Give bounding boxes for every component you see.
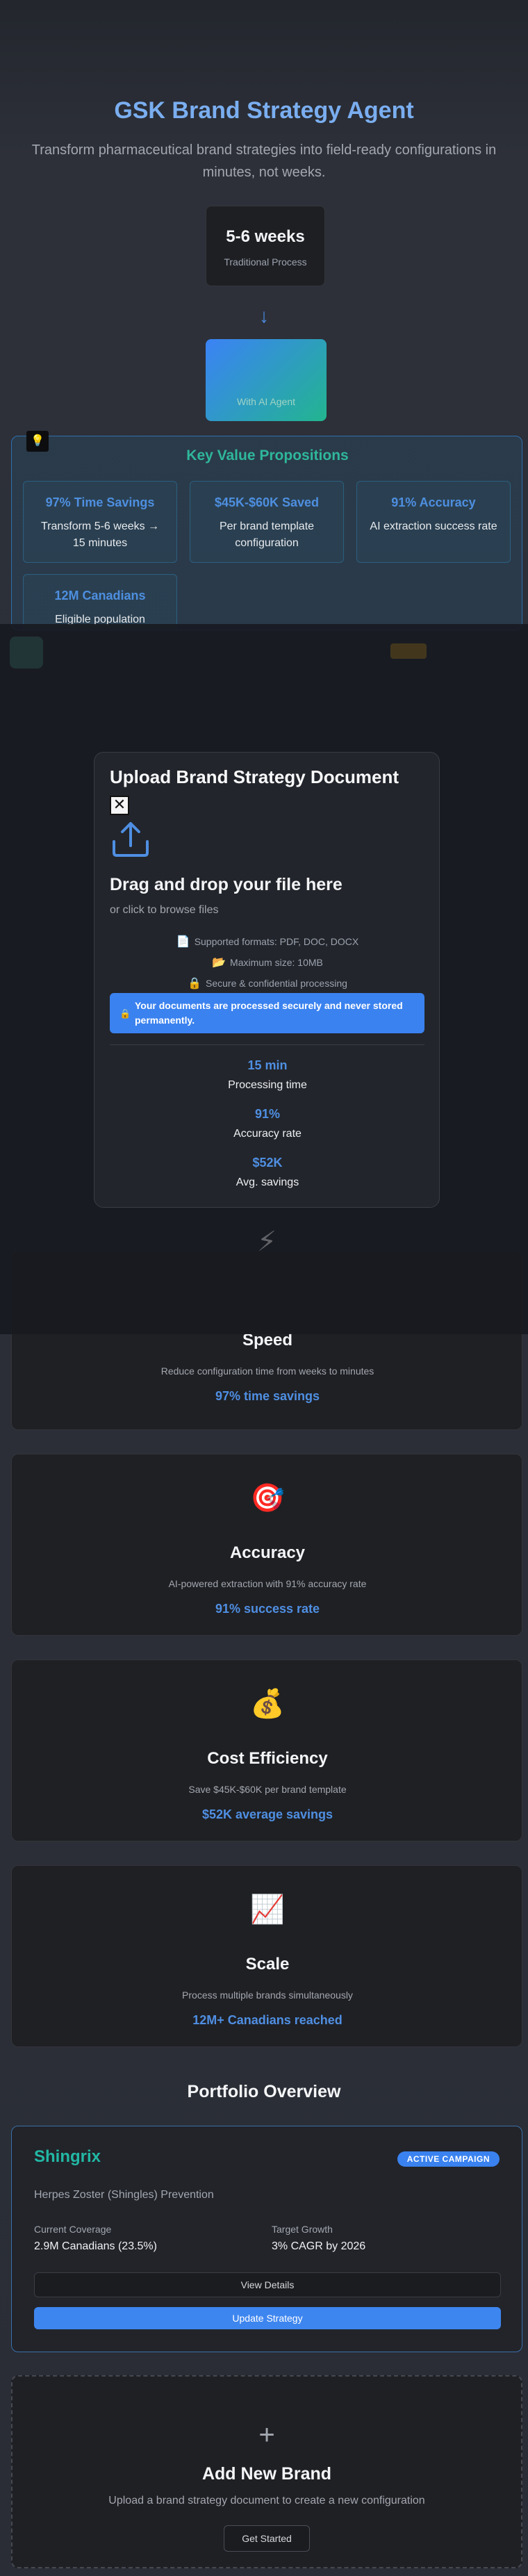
security-info: 🔒 Secure & confidential processing [94,976,440,990]
formats-text: Supported formats: PDF, DOC, DOCX [194,936,359,947]
stat-value: $52K [252,1156,283,1170]
value-prop-card: 12M Canadians Eligible population [23,574,177,630]
stat-label: Avg. savings [236,1176,299,1188]
value-prop-card: $45K-$60K Saved Per brand template confi… [190,481,344,563]
feature-highlight: 12M+ Canadians reached [192,2013,343,2027]
status-badge: ACTIVE CAMPAIGN [397,2151,500,2167]
add-brand-title: Add New Brand [201,2464,332,2484]
add-brand-desc: Upload a brand strategy document to crea… [108,2495,425,2507]
brand-card-shingrix[interactable]: Shingrix ACTIVE CAMPAIGN Herpes Zoster (… [11,2126,522,2352]
feature-desc: Process multiple brands simultaneously [182,1990,353,2001]
money-bag-icon: 💰 [250,1689,285,1719]
value-prop-desc: Per brand template configuration [219,520,315,549]
lock-icon: 🔒 [188,978,201,990]
logo-icon [10,637,43,668]
upload-modal: Upload Brand Strategy Document ✕ Drag an… [94,752,440,1208]
ai-agent-label: With AI Agent [236,396,296,407]
feature-highlight: 91% success rate [215,1602,320,1616]
traditional-duration: 5-6 weeks [226,227,305,246]
traditional-label: Traditional Process [224,256,307,268]
divider [110,1044,424,1045]
feature-title: Scale [245,1955,290,1974]
arrow-down-icon: ↓ [259,305,269,327]
brand-name: Shingrix [34,2147,101,2166]
lightbulb-icon: 💡 [26,431,49,452]
close-button[interactable]: ✕ [110,796,129,815]
lightning-icon: ⚡ [256,1227,277,1257]
portfolio-title: Portfolio Overview [187,2082,341,2101]
feature-highlight: 97% time savings [215,1389,320,1403]
value-propositions-panel: Key Value Propositions 97% Time Savings … [11,436,522,630]
stat-value: 15 min [247,1058,288,1072]
lock-icon: 🔒 [119,1008,131,1019]
feature-highlight: $52K average savings [201,1807,333,1821]
coverage-value: 2.9M Canadians (23.5%) [34,2240,157,2252]
feature-card-cost-efficiency: 💰 Cost Efficiency Save $45K-$60K per bra… [11,1659,522,1841]
size-info: 📂 Maximum size: 10MB [94,955,440,969]
value-prop-desc: Transform 5-6 weeks → 15 minutes [40,520,160,549]
feature-card-scale: 📈 Scale Process multiple brands simultan… [11,1865,522,2047]
traditional-process-card: 5-6 weeks Traditional Process [206,206,325,286]
brand-description: Herpes Zoster (Shingles) Prevention [34,2189,214,2201]
stat-label: Accuracy rate [233,1128,302,1140]
ai-agent-card: With AI Agent [206,339,327,421]
value-propositions-title: Key Value Propositions [186,448,349,463]
header-badge [390,643,427,659]
security-banner-text: Your documents are processed securely an… [135,1000,403,1026]
view-details-button[interactable]: View Details [34,2272,501,2297]
value-prop-title: 91% Accuracy [391,495,476,509]
page-title: GSK Brand Strategy Agent [114,97,414,124]
stat-value: 91% [254,1107,281,1121]
security-text: Secure & confidential processing [206,978,347,989]
coverage-label: Current Coverage [34,2224,112,2235]
document-icon: 📄 [176,936,190,948]
formats-info: 📄 Supported formats: PDF, DOC, DOCX [94,935,440,949]
add-new-brand-card[interactable]: + Add New Brand Upload a brand strategy … [11,2375,522,2568]
feature-card-accuracy: 🎯 Accuracy AI-powered extraction with 91… [11,1454,522,1636]
page-subtitle: Transform pharmaceutical brand strategie… [31,142,497,180]
security-banner: 🔒 Your documents are processed securely … [110,993,424,1033]
get-started-button[interactable]: Get Started [224,2525,310,2552]
value-prop-card: 91% Accuracy AI extraction success rate [356,481,511,563]
value-prop-title: $45K-$60K Saved [214,495,320,509]
feature-title: Accuracy [229,1543,306,1562]
speed-icon-wrap: ⚡ [11,1227,522,1279]
folder-icon: 📂 [212,957,226,969]
update-strategy-button[interactable]: Update Strategy [34,2307,501,2329]
feature-desc: Save $45K-$60K per brand template [188,1784,347,1795]
target-icon: 🎯 [250,1483,285,1513]
feature-desc: AI-powered extraction with 91% accuracy … [168,1578,367,1589]
stat-label: Processing time [228,1079,307,1091]
upload-icon[interactable] [110,819,151,858]
feature-desc: Reduce configuration time from weeks to … [160,1365,374,1377]
feature-title: Cost Efficiency [207,1749,328,1768]
browse-files-link[interactable]: or click to browse files [110,904,219,917]
value-prop-desc: AI extraction success rate [370,520,497,532]
chart-icon: 📈 [250,1894,285,1925]
value-prop-card: 97% Time Savings Transform 5-6 weeks → 1… [23,481,177,563]
plus-icon: + [258,2420,275,2450]
drop-zone-title[interactable]: Drag and drop your file here [110,875,343,895]
growth-label: Target Growth [272,2224,333,2235]
modal-title: Upload Brand Strategy Document [110,766,399,787]
value-prop-title: 12M Canadians [54,589,146,602]
size-text: Maximum size: 10MB [230,957,323,968]
value-prop-title: 97% Time Savings [45,495,155,509]
growth-value: 3% CAGR by 2026 [272,2240,366,2252]
